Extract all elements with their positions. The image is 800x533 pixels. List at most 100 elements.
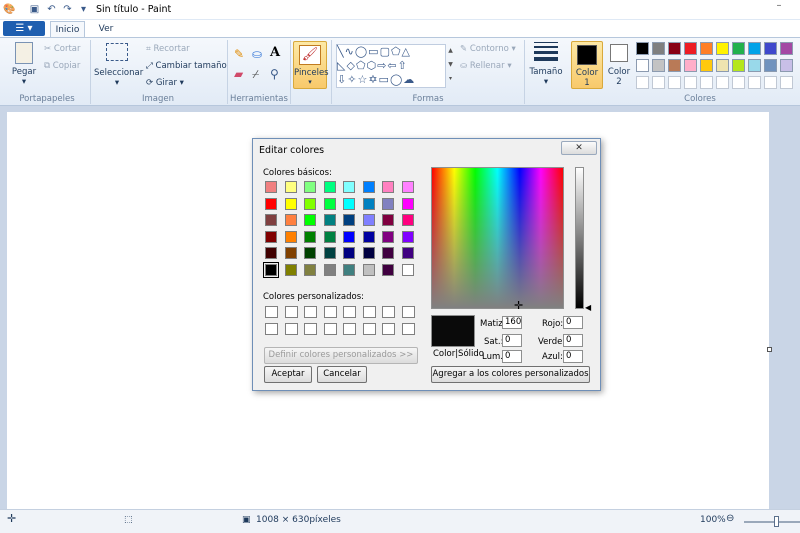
luminosity-slider[interactable] [575, 167, 584, 309]
basic-color-swatch[interactable] [304, 247, 316, 259]
custom-color-swatch[interactable] [362, 323, 376, 335]
palette-empty-swatch[interactable] [732, 76, 745, 89]
palette-swatch[interactable] [764, 42, 777, 55]
pentagon-shape-icon[interactable]: ⬠ [356, 59, 367, 72]
palette-swatch[interactable] [684, 42, 697, 55]
basic-color-swatch[interactable] [284, 181, 297, 193]
custom-color-swatch[interactable] [401, 306, 415, 318]
basic-color-swatch[interactable] [265, 197, 277, 210]
palette-empty-swatch[interactable] [780, 76, 793, 89]
custom-color-swatch[interactable] [323, 323, 337, 335]
basic-color-swatch[interactable] [401, 263, 414, 276]
basic-color-swatch[interactable] [304, 197, 316, 210]
custom-color-swatch[interactable] [401, 323, 415, 335]
copy-button[interactable]: ⧉ Copiar [44, 61, 80, 71]
accept-button[interactable]: Aceptar [264, 366, 312, 383]
custom-color-swatch[interactable] [284, 323, 298, 335]
color-picker-icon[interactable]: ⌿ [252, 67, 259, 82]
basic-color-swatch[interactable] [343, 197, 355, 210]
basic-color-swatch[interactable] [401, 181, 414, 193]
palette-swatch[interactable] [700, 42, 713, 55]
customize-toolbar-icon[interactable]: ▾ [77, 3, 90, 16]
basic-color-swatch[interactable] [382, 181, 394, 193]
rounded-rect-shape-icon[interactable]: ▢ [380, 45, 391, 58]
palette-swatch[interactable] [748, 59, 761, 72]
custom-color-swatch[interactable] [382, 323, 395, 335]
minimize-button[interactable]: – [770, 0, 788, 14]
basic-color-swatch[interactable] [323, 214, 336, 226]
palette-swatch[interactable] [636, 42, 649, 55]
custom-color-swatch[interactable] [362, 306, 376, 318]
arrow-right-shape-icon[interactable]: ⇨ [377, 59, 387, 72]
palette-swatch[interactable] [780, 42, 793, 55]
sat-field[interactable]: 0 [502, 334, 522, 347]
file-menu-button[interactable]: ☰ ▾ [3, 21, 45, 36]
basic-color-swatch[interactable] [304, 214, 316, 226]
triangle-shape-icon[interactable]: △ [402, 45, 411, 58]
palette-empty-swatch[interactable] [748, 76, 761, 89]
basic-color-swatch[interactable] [382, 230, 394, 243]
palette-swatch[interactable] [764, 59, 777, 72]
fill-bucket-icon[interactable]: ⛀ [252, 47, 262, 61]
basic-color-swatch[interactable] [323, 181, 336, 193]
shapes-scroll[interactable]: ▲ ▼ ▾ [447, 44, 454, 88]
basic-color-swatch[interactable] [265, 181, 277, 193]
color-spectrum[interactable] [431, 167, 564, 309]
basic-color-swatch[interactable] [343, 214, 355, 226]
basic-color-swatch[interactable] [263, 261, 279, 278]
define-custom-colors-button[interactable]: Definir colores personalizados >> [264, 347, 418, 364]
custom-color-swatch[interactable] [382, 306, 395, 318]
hexagon-shape-icon[interactable]: ⬡ [367, 59, 378, 72]
palette-swatch[interactable] [652, 42, 665, 55]
curve-shape-icon[interactable]: ∿ [345, 45, 355, 58]
polygon-shape-icon[interactable]: ⬠ [391, 45, 402, 58]
eraser-icon[interactable]: ▰ [234, 67, 243, 81]
zoom-slider-thumb[interactable] [774, 516, 779, 527]
palette-swatch[interactable] [780, 59, 793, 72]
custom-color-swatch[interactable] [343, 306, 356, 318]
basic-color-swatch[interactable] [343, 230, 355, 243]
basic-color-swatch[interactable] [323, 263, 336, 276]
callout-oval-shape-icon[interactable]: ◯ [390, 73, 403, 86]
palette-swatch[interactable] [684, 59, 697, 72]
cancel-button[interactable]: Cancelar [317, 366, 367, 383]
palette-empty-swatch[interactable] [684, 76, 697, 89]
basic-color-swatch[interactable] [362, 214, 375, 226]
palette-swatch[interactable] [668, 42, 681, 55]
color2-button[interactable]: Color 2 [605, 43, 633, 87]
size-button[interactable]: Tamaño ▾ [528, 42, 564, 87]
palette-swatch[interactable] [668, 59, 681, 72]
palette-swatch[interactable] [716, 42, 729, 55]
palette-empty-swatch[interactable] [700, 76, 713, 89]
lum-field[interactable]: 0 [502, 350, 522, 363]
add-to-custom-colors-button[interactable]: Agregar a los colores personalizados [431, 366, 590, 383]
close-button[interactable]: ✕ [561, 141, 597, 155]
arrow-down-shape-icon[interactable]: ⇩ [337, 73, 347, 86]
basic-color-swatch[interactable] [362, 181, 375, 193]
custom-color-swatch[interactable] [265, 306, 278, 318]
custom-color-swatch[interactable] [284, 306, 298, 318]
canvas-resize-handle[interactable] [767, 347, 772, 352]
rectangle-shape-icon[interactable]: ▭ [368, 45, 379, 58]
basic-color-swatch[interactable] [401, 247, 414, 259]
palette-swatch[interactable] [732, 42, 745, 55]
basic-color-swatch[interactable] [382, 214, 394, 226]
basic-color-swatch[interactable] [304, 181, 316, 193]
callout-cloud-shape-icon[interactable]: ☁ [403, 73, 415, 86]
palette-empty-swatch[interactable] [764, 76, 777, 89]
pencil-icon[interactable]: ✎ [234, 47, 244, 61]
callout-rect-shape-icon[interactable]: ▭ [379, 73, 390, 86]
custom-color-swatch[interactable] [304, 323, 317, 335]
shapes-gallery[interactable]: ╲∿◯▭▢⬠△ ◺◇⬠⬡⇨⇦⇧ ⇩✧☆✡▭◯☁ [336, 44, 446, 88]
star5-shape-icon[interactable]: ☆ [357, 73, 368, 86]
custom-color-swatch[interactable] [343, 323, 356, 335]
custom-color-swatch[interactable] [323, 306, 337, 318]
palette-swatch[interactable] [716, 59, 729, 72]
hue-field[interactable]: 160 [502, 316, 522, 329]
basic-color-swatch[interactable] [284, 197, 297, 210]
basic-color-swatch[interactable] [343, 181, 355, 193]
basic-color-swatch[interactable] [343, 263, 355, 276]
outline-button[interactable]: ✎ Contorno ▾ [460, 44, 516, 54]
basic-color-swatch[interactable] [382, 197, 394, 210]
basic-color-swatch[interactable] [401, 230, 414, 243]
